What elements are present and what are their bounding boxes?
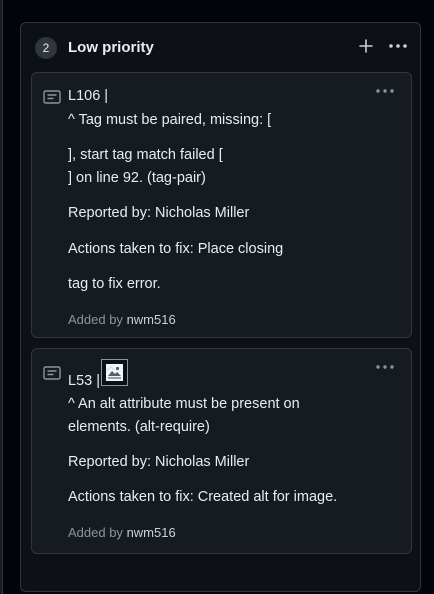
- note-card[interactable]: L53 | ^ An alt attribute must be present…: [31, 348, 412, 554]
- column-header: 2 Low priority: [21, 23, 420, 71]
- added-by: Added by nwm516: [68, 312, 176, 327]
- card-text-line: ], start tag match failed [: [68, 147, 223, 163]
- kebab-horizontal-icon: [389, 44, 407, 48]
- card-text-line: elements. (alt-require): [68, 419, 210, 435]
- card-title[interactable]: L106 |: [68, 88, 108, 104]
- kebab-horizontal-icon: [376, 89, 394, 93]
- broken-image-icon: [106, 364, 123, 381]
- note-icon: [43, 366, 61, 380]
- card-text-line: Actions taken to fix: Created alt for im…: [68, 489, 338, 505]
- card-title[interactable]: L53 |: [68, 373, 100, 389]
- card-menu-button[interactable]: [373, 83, 397, 99]
- note-card[interactable]: L106 | ^ Tag must be paired, missing: [ …: [31, 72, 412, 338]
- card-text-line: ] on line 92. (tag-pair): [68, 170, 206, 186]
- adjacent-column-edge: [0, 0, 3, 594]
- card-text-line: Actions taken to fix: Place closing: [68, 241, 284, 257]
- kebab-horizontal-icon: [376, 365, 394, 369]
- card-text-line: ^ An alt attribute must be present on: [68, 396, 300, 412]
- column-title: Low priority: [68, 39, 154, 56]
- card-text-line: Reported by: Nicholas Miller: [68, 454, 250, 470]
- added-by-label: Added by: [68, 525, 123, 540]
- card-text-line: Reported by: Nicholas Miller: [68, 205, 250, 221]
- added-by: Added by nwm516: [68, 525, 176, 540]
- column-menu-button[interactable]: [385, 37, 411, 55]
- column-count-badge: 2: [35, 37, 57, 59]
- added-by-label: Added by: [68, 312, 123, 327]
- inline-image: [101, 359, 128, 386]
- card-text-line: tag to fix error.: [68, 276, 161, 292]
- card-menu-button[interactable]: [373, 359, 397, 375]
- added-by-user[interactable]: nwm516: [127, 312, 176, 327]
- card-text-line: ^ Tag must be paired, missing: [: [68, 112, 272, 128]
- project-column-low-priority: 2 Low priority L106 | ^ Tag must be pair…: [20, 22, 421, 592]
- plus-icon: [359, 39, 373, 53]
- note-icon: [43, 90, 61, 104]
- add-item-button[interactable]: [355, 35, 377, 57]
- added-by-user[interactable]: nwm516: [127, 525, 176, 540]
